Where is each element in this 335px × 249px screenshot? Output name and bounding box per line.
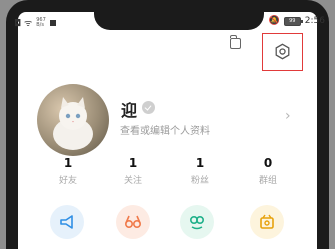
megaphone-icon [60, 215, 73, 229]
glasses-button[interactable] [116, 205, 150, 239]
gift-box-button[interactable] [250, 205, 284, 239]
stat-label: 好友 [58, 176, 77, 186]
scan-icon[interactable] [230, 35, 241, 49]
avatar[interactable] [37, 84, 109, 156]
chevron-right-icon[interactable]: › [285, 108, 291, 124]
settings-button[interactable] [262, 33, 303, 71]
edit-profile-link[interactable]: 查看或编辑个人资料 [120, 122, 210, 137]
stat-label: 关注 [123, 176, 142, 186]
mute-icon: 🔕 [268, 16, 280, 26]
megaphone-button[interactable] [50, 205, 84, 239]
notch [94, 12, 264, 30]
stat-followers[interactable]: 1 粉丝 [175, 156, 225, 186]
username[interactable]: 迎 [121, 97, 137, 121]
status-bar-left: ◘ ᯤ 967 B/s [14, 16, 56, 29]
stat-count: 1 [195, 156, 205, 170]
cat-photo [53, 97, 93, 150]
battery-icon: 99 [283, 16, 303, 26]
net-speed: 967 B/s [36, 16, 46, 28]
status-bar-right: 🔕 99 2:56 [269, 16, 325, 26]
settings-icon [275, 43, 290, 60]
rings-icon [189, 215, 205, 230]
stat-following[interactable]: 1 关注 [108, 156, 158, 186]
stat-count: 1 [63, 156, 73, 170]
stat-count: 1 [128, 156, 138, 170]
stat-label: 群组 [258, 176, 277, 186]
status-icons: ◘ ᯤ [14, 19, 33, 29]
gift-box-icon [260, 214, 274, 229]
glasses-icon [124, 215, 142, 229]
stat-groups[interactable]: 0 群组 [243, 156, 293, 186]
stat-label: 粉丝 [190, 176, 209, 186]
time: 2:56 [304, 16, 325, 26]
verified-badge-icon [142, 101, 155, 114]
stat-friends[interactable]: 1 好友 [43, 156, 93, 186]
rings-button[interactable] [180, 205, 214, 239]
stat-count: 0 [263, 156, 273, 170]
notification-icon [49, 19, 56, 26]
